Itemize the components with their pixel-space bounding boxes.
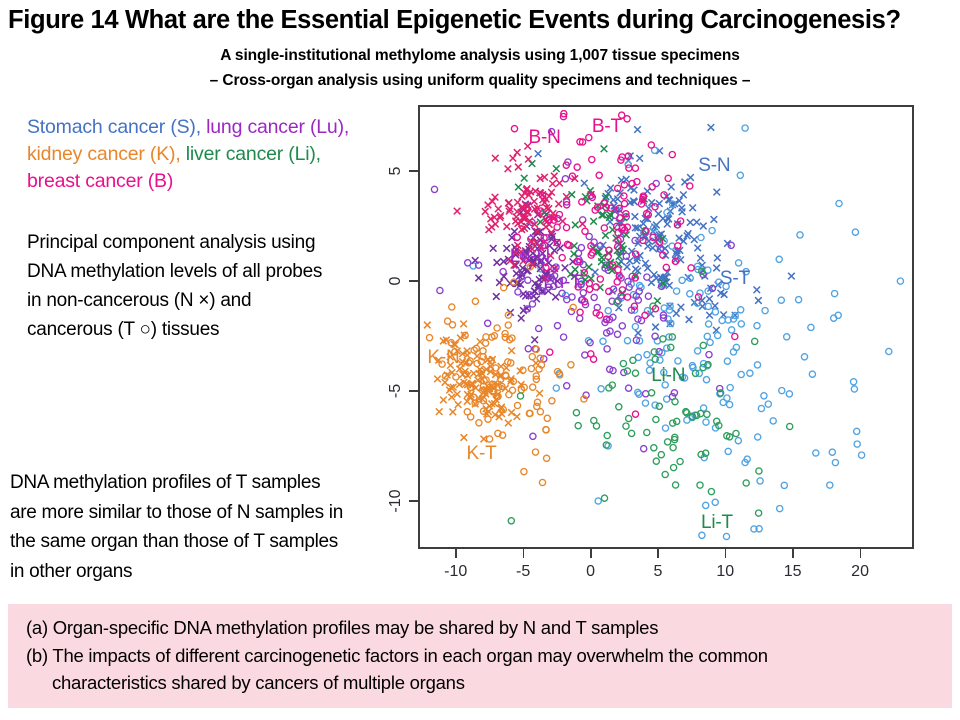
cluster-label-li-n: Li-N: [651, 364, 686, 386]
figure-subtitle-primary: A single-institutional methylome analysi…: [220, 47, 740, 64]
y-tick-label: -10: [387, 489, 404, 513]
cluster-label-li-t: Li-T: [701, 511, 733, 533]
method-line-1: Principal component analysis using: [27, 232, 316, 253]
x-tick-label: 0: [586, 563, 595, 580]
legend-breast-label: breast cancer (B): [27, 170, 174, 192]
x-tick-mark: [455, 549, 457, 558]
finding-b: (b) The impacts of different carcinogene…: [26, 644, 768, 666]
cluster-label-b-t: B-T: [591, 116, 622, 138]
y-tick-label: -5: [387, 383, 404, 398]
legend-lung-label: lung cancer (Lu),: [206, 116, 350, 138]
method-line-2: DNA methylation levels of all probes: [27, 261, 323, 282]
y-tick-label: 0: [387, 276, 404, 286]
findings-box: (a) Organ-specific DNA methylation profi…: [8, 604, 952, 708]
cluster-label-b-n: B-N: [528, 127, 561, 149]
legend-stomach-label: Stomach cancer (S),: [27, 116, 207, 138]
interpretation-text: DNA methylation profiles of T samples ar…: [10, 468, 430, 586]
cluster-label-s-n: S-N: [698, 154, 731, 176]
y-tick-mark: [409, 280, 418, 282]
cluster-label-s-t: S-T: [719, 267, 750, 289]
interpretation-line-1: DNA methylation profiles of T samples: [10, 472, 321, 493]
y-tick-mark: [409, 170, 418, 172]
cluster-label-lu-n: Lu-N: [509, 245, 551, 267]
pca-scatter-plot: -10 -5 0 5 10 15 20 5 0 -5 -10 B-N B-T S-N S-T Lu-N Lu-…: [387, 105, 914, 580]
x-tick-label: 5: [653, 563, 663, 580]
x-tick-label: 15: [783, 563, 802, 580]
figure-subtitle-secondary: – Cross-organ analysis using uniform qua…: [209, 72, 751, 89]
method-line-4: cancerous (T ○) tissues: [27, 319, 220, 340]
x-tick-mark: [792, 549, 794, 558]
figure-title: Figure 14 What are the Essential Epigene…: [8, 6, 901, 34]
x-tick-mark: [657, 549, 659, 558]
x-tick-mark: [522, 549, 525, 558]
scatter-points-layer: [423, 109, 905, 541]
cluster-label-lu-t: Lu-T: [543, 272, 582, 294]
x-tick-mark: [724, 549, 727, 558]
method-line-3: in non-cancerous (N ×) and: [27, 290, 252, 311]
x-tick-label: 10: [716, 563, 735, 580]
finding-a: (a) Organ-specific DNA methylation profi…: [26, 617, 659, 638]
interpretation-line-4: in other organs: [10, 560, 133, 582]
interpretation-line-2: are more similar to those of N samples i…: [10, 501, 343, 523]
x-tick-mark: [590, 549, 592, 558]
legend-line-2: kidney cancer (K), liver cancer (Li),: [27, 141, 412, 168]
legend-line-1: Stomach cancer (S), lung cancer (Lu),: [27, 114, 412, 141]
cancer-type-legend: Stomach cancer (S), lung cancer (Lu), ki…: [27, 114, 412, 195]
x-tick-label: -5: [516, 563, 531, 580]
y-tick-mark: [409, 390, 418, 392]
legend-liver-label: liver cancer (Li),: [185, 143, 321, 165]
cluster-label-k-t: K-T: [466, 442, 497, 464]
interpretation-line-3: the same organ than those of T samples: [10, 531, 338, 552]
x-tick-mark: [859, 549, 862, 558]
method-description: Principal component analysis using DNA m…: [27, 228, 422, 344]
y-tick-label: 5: [387, 166, 404, 176]
cluster-label-k-n: K-N: [427, 346, 460, 368]
legend-kidney-label: kidney cancer (K),: [27, 143, 186, 165]
x-tick-label: 20: [851, 563, 869, 580]
x-tick-label: -10: [444, 563, 468, 580]
y-tick-mark: [409, 500, 418, 502]
legend-line-3: breast cancer (B): [27, 168, 412, 195]
finding-b-continued: characteristics shared by cancers of mul…: [52, 672, 465, 693]
